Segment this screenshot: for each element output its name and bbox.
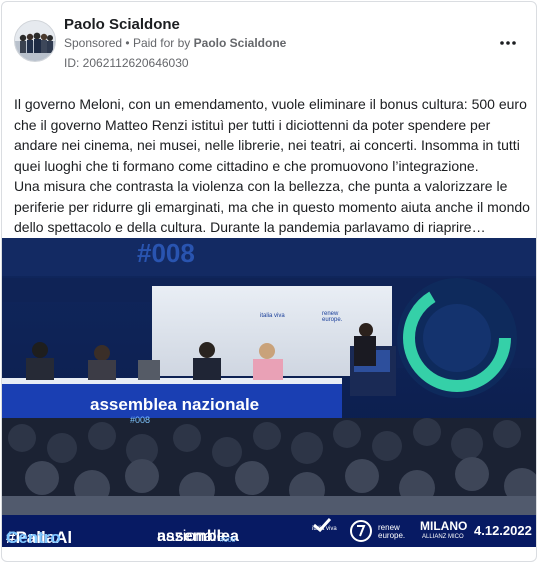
page-name-link[interactable]: Paolo Scialdone [64,16,180,33]
banner-party-text: italia viva [312,526,337,532]
renew-logo-icon [350,520,372,542]
page-avatar[interactable] [14,20,56,62]
stage-logo-italia-viva: italia viva [260,313,285,319]
banner-venue: ALLIANZ MICO [422,534,464,540]
event-banner: #PallaAl Centro assemblea nazionale #008 i… [2,515,536,547]
banner-party: italia viva [312,518,337,532]
stage-sign: assemblea nazionale #008 [90,395,259,425]
sponsored-meta: Sponsored • Paid for by Paolo Scialdone [64,36,286,50]
sponsored-post-card: Paolo Scialdone Sponsored • Paid for by … [1,1,537,562]
stage-sign-sub: #008 [130,415,151,425]
banner-renew-logo [350,520,372,547]
ad-id: ID: 2062112620646030 [64,56,189,70]
banner-date: 4.12.2022 [474,523,532,538]
post-body: Il governo Meloni, con un emendamento, v… [14,94,530,238]
sponsored-label: Sponsored [64,36,123,50]
banner-assembly-part2: nazionale [157,528,226,545]
stage-sign-text: assemblea nazionale [90,395,260,414]
event-tag-top: #008 [137,238,195,268]
event-photo [2,238,536,547]
paid-for-prefix: Paid for by [132,36,191,50]
more-options-button[interactable] [500,32,516,50]
post-paragraph-2: Una misura che contrasta la violenza con… [14,178,530,235]
banner-hashtag-part2: Centro [6,528,61,547]
post-paragraph-1: Il governo Meloni, con un emendamento, v… [14,96,527,174]
banner-city: MILANO [420,519,468,533]
avatar-photo [15,21,55,61]
banner-assembly-sub: #008 [220,537,236,544]
post-media-image[interactable]: #008 italia viva renew europe. assemblea… [2,238,536,547]
more-horizontal-icon [500,41,516,45]
banner-renew: renew europe. [378,523,406,540]
stage-logo-renew: renew europe. [322,311,343,323]
paid-for-name: Paolo Scialdone [193,36,287,50]
meta-separator: • [125,36,130,50]
